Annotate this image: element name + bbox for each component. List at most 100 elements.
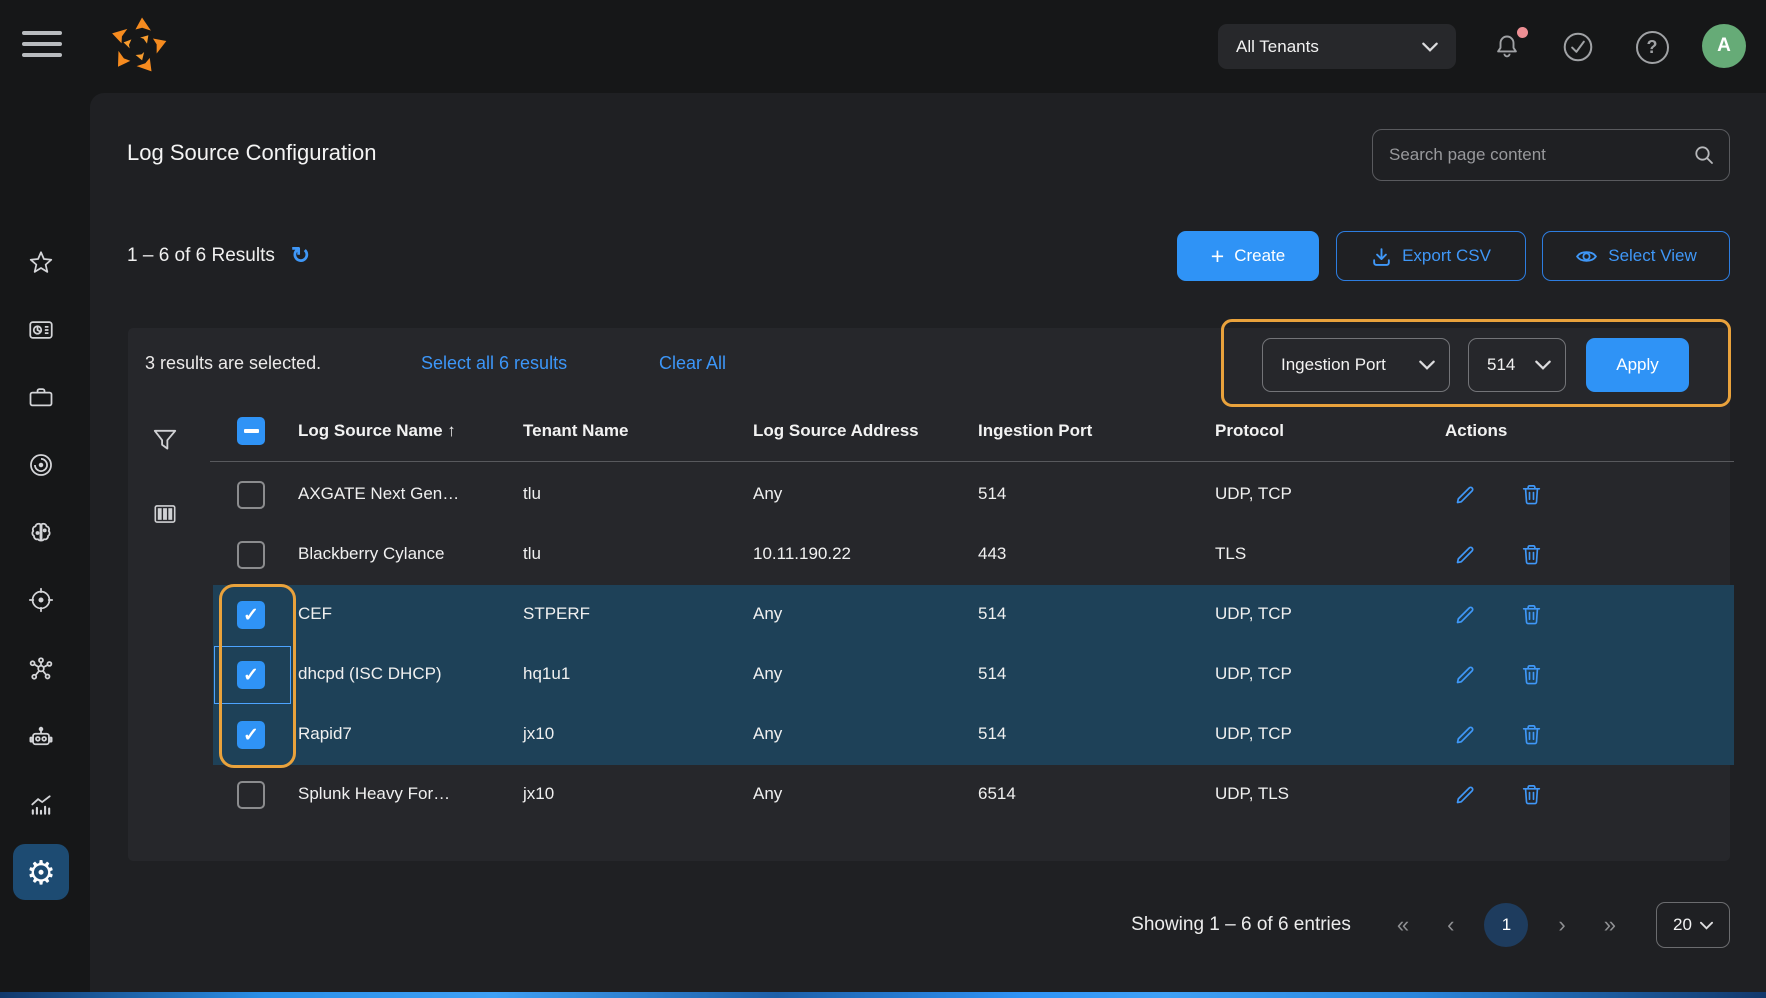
table-row[interactable]: ✓ Splunk Heavy For… jx10 Any 6514 UDP, T…	[213, 765, 1734, 825]
table-row[interactable]: ✓ Blackberry Cylance tlu 10.11.190.22 44…	[213, 525, 1734, 585]
brain-icon	[27, 519, 55, 547]
row-checkbox[interactable]: ✓	[237, 481, 265, 509]
sidebar-item-reports[interactable]	[13, 777, 69, 833]
edit-icon[interactable]	[1452, 782, 1478, 808]
plus-icon: +	[1211, 245, 1224, 268]
results-summary: 1 – 6 of 6 Results	[127, 245, 275, 267]
apply-button[interactable]: Apply	[1586, 338, 1689, 392]
bulk-port-selector[interactable]: 514	[1468, 338, 1566, 392]
chevron-down-icon	[1422, 42, 1438, 52]
app-window: All Tenants ? A	[0, 0, 1766, 998]
column-header-port[interactable]: Ingestion Port	[978, 421, 1092, 441]
row-checkbox[interactable]: ✓	[237, 781, 265, 809]
delete-icon[interactable]	[1519, 602, 1545, 628]
next-page-button[interactable]: ›	[1558, 914, 1565, 936]
clear-all-link[interactable]: Clear All	[659, 353, 726, 374]
column-header-actions: Actions	[1445, 421, 1507, 441]
page-title: Log Source Configuration	[127, 140, 377, 166]
column-header-protocol[interactable]: Protocol	[1215, 421, 1284, 441]
download-icon	[1371, 246, 1392, 267]
edit-icon[interactable]	[1452, 602, 1478, 628]
sidebar-item-detections[interactable]	[13, 437, 69, 493]
indeterminate-mark	[244, 429, 259, 433]
bulk-field-selector[interactable]: Ingestion Port	[1262, 338, 1450, 392]
row-checkbox[interactable]: ✓	[237, 661, 265, 689]
hamburger-menu-icon[interactable]	[22, 31, 64, 61]
bottom-accent-bar	[0, 992, 1766, 998]
radar-icon	[27, 451, 55, 479]
sidebar-item-cases[interactable]	[13, 369, 69, 425]
star-icon	[27, 249, 55, 277]
question-icon: ?	[1636, 31, 1669, 64]
network-icon	[27, 656, 55, 684]
search-input[interactable]	[1389, 145, 1693, 165]
columns-icon	[151, 500, 179, 528]
first-page-button[interactable]: «	[1397, 914, 1409, 936]
edit-icon[interactable]	[1452, 482, 1478, 508]
chart-icon	[27, 791, 55, 819]
columns-button[interactable]	[150, 499, 180, 529]
dashboard-icon	[27, 316, 55, 344]
search-icon[interactable]	[1693, 144, 1715, 166]
delete-icon[interactable]	[1519, 542, 1545, 568]
select-all-checkbox[interactable]	[237, 417, 265, 445]
table-header: Log Source Name ↑ Tenant Name Log Source…	[213, 415, 1734, 461]
create-button[interactable]: + Create	[1177, 231, 1319, 281]
delete-icon[interactable]	[1519, 722, 1545, 748]
filter-button[interactable]	[150, 425, 180, 455]
edit-icon[interactable]	[1452, 662, 1478, 688]
table-row-selected[interactable]: ✓ dhcpd (ISC DHCP) hq1u1 Any 514 UDP, TC…	[213, 645, 1734, 705]
notifications-button[interactable]	[1488, 28, 1526, 66]
chevron-down-icon	[1535, 360, 1551, 370]
row-checkbox[interactable]: ✓	[237, 541, 265, 569]
sidebar-item-ai[interactable]	[13, 505, 69, 561]
funnel-icon	[151, 426, 179, 454]
stellar-cyber-logo	[106, 14, 170, 78]
sidebar-item-hunting[interactable]	[13, 572, 69, 628]
avatar[interactable]: A	[1702, 24, 1746, 68]
delete-icon[interactable]	[1519, 782, 1545, 808]
delete-icon[interactable]	[1519, 662, 1545, 688]
select-view-button[interactable]: Select View	[1542, 231, 1730, 281]
tenant-selector[interactable]: All Tenants	[1218, 24, 1456, 69]
column-header-name[interactable]: Log Source Name ↑	[298, 421, 456, 441]
sidebar-item-favorites[interactable]	[13, 235, 69, 291]
selection-count-text: 3 results are selected.	[145, 353, 321, 374]
chevron-down-icon	[1700, 921, 1713, 930]
tenant-selector-value: All Tenants	[1236, 37, 1422, 57]
target-icon	[27, 586, 55, 614]
sidebar-item-connectors[interactable]	[13, 642, 69, 698]
last-page-button[interactable]: »	[1604, 914, 1616, 936]
top-bar: All Tenants ? A	[0, 0, 1766, 93]
robot-icon	[27, 723, 55, 751]
delete-icon[interactable]	[1519, 482, 1545, 508]
pagination-summary: Showing 1 – 6 of 6 entries	[1131, 914, 1351, 936]
edit-icon[interactable]	[1452, 542, 1478, 568]
sidebar-item-dashboards[interactable]	[13, 302, 69, 358]
current-page-button[interactable]: 1	[1484, 903, 1528, 947]
edit-icon[interactable]	[1452, 722, 1478, 748]
refresh-icon[interactable]: ↻	[291, 244, 310, 267]
gear-icon: ⚙	[26, 856, 56, 889]
sidebar-item-settings[interactable]: ⚙	[13, 844, 69, 900]
prev-page-button[interactable]: ‹	[1447, 914, 1454, 936]
tasks-button[interactable]	[1559, 28, 1597, 66]
export-csv-button[interactable]: Export CSV	[1336, 231, 1526, 281]
column-header-address[interactable]: Log Source Address	[753, 421, 919, 441]
help-button[interactable]: ?	[1633, 28, 1671, 66]
select-all-link[interactable]: Select all 6 results	[421, 353, 567, 374]
page-size-selector[interactable]: 20	[1656, 902, 1730, 948]
sidebar-item-automation[interactable]	[13, 709, 69, 765]
table-row-selected[interactable]: ✓ Rapid7 jx10 Any 514 UDP, TCP	[213, 705, 1734, 765]
column-header-tenant[interactable]: Tenant Name	[523, 421, 629, 441]
sort-asc-icon: ↑	[447, 421, 456, 440]
table-row[interactable]: ✓ AXGATE Next Gen… tlu Any 514 UDP, TCP	[213, 465, 1734, 525]
briefcase-icon	[27, 383, 55, 411]
row-checkbox[interactable]: ✓	[237, 721, 265, 749]
table-row-selected[interactable]: ✓ CEF STPERF Any 514 UDP, TCP	[213, 585, 1734, 645]
table-body: ✓ AXGATE Next Gen… tlu Any 514 UDP, TCP …	[213, 465, 1734, 825]
header-divider	[210, 461, 1734, 462]
chevron-down-icon	[1419, 360, 1435, 370]
notification-dot	[1517, 27, 1528, 38]
row-checkbox[interactable]: ✓	[237, 601, 265, 629]
